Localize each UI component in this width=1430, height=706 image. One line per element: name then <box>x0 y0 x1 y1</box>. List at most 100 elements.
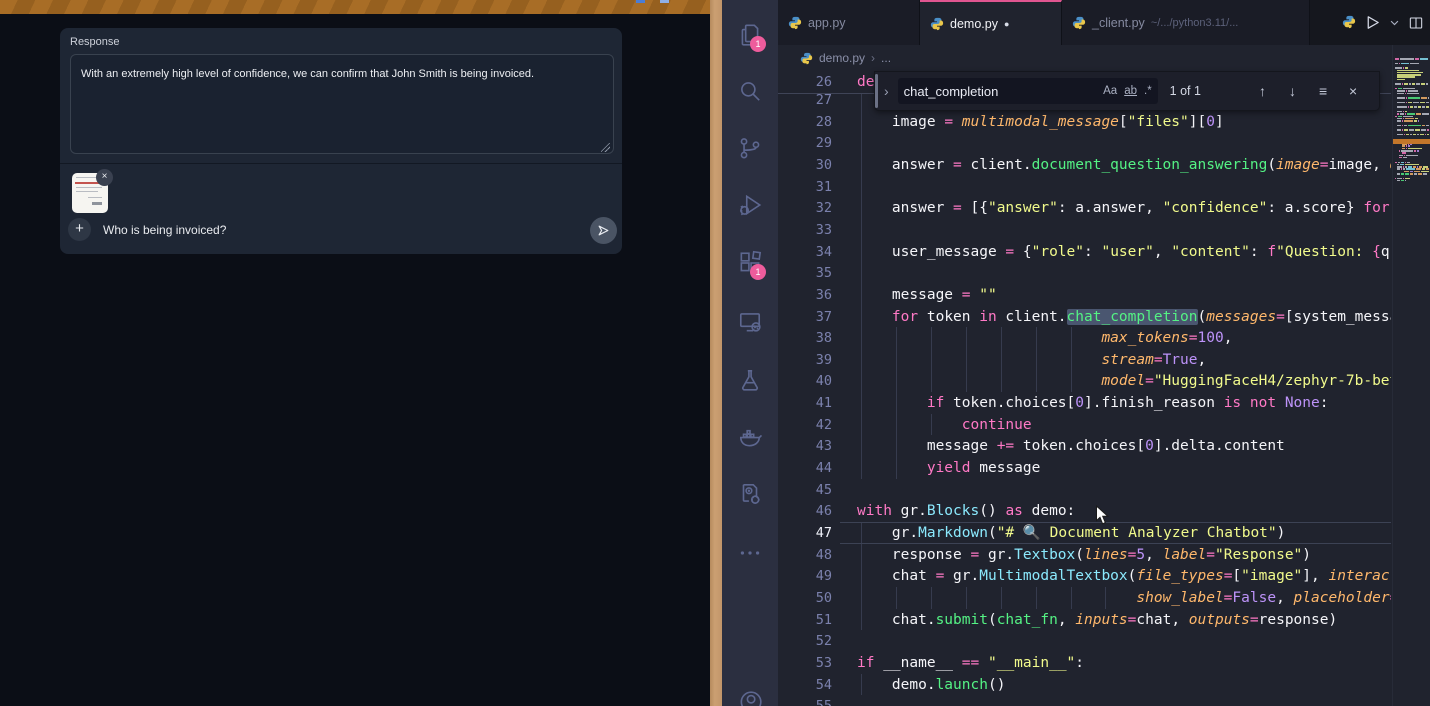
remote-explorer-icon[interactable] <box>737 309 763 335</box>
code-line[interactable]: 30 answer = client.document_question_ans… <box>778 154 1391 176</box>
minimap-line <box>1397 102 1405 104</box>
line-number: 44 <box>778 457 832 479</box>
code-line[interactable]: 50 show_label=False, placeholder="Upload… <box>778 587 1391 609</box>
code-line[interactable]: 40 model="HuggingFaceH4/zephyr-7b-beta")… <box>778 370 1391 392</box>
regex-icon[interactable]: .* <box>1144 85 1152 97</box>
code-token: "Response" <box>1215 547 1302 563</box>
find-input[interactable]: chat_completion Aa ab .* <box>898 78 1158 104</box>
minimap-line <box>1397 120 1401 122</box>
toggle-replace-chevron-icon[interactable]: › <box>884 83 889 99</box>
add-file-button[interactable]: + <box>68 218 91 241</box>
code-line[interactable]: 33 <box>778 219 1391 241</box>
minimap-line <box>1405 111 1407 113</box>
code-line[interactable]: 46with gr.Blocks() as demo: <box>778 500 1391 522</box>
find-in-selection-icon[interactable]: ≡ <box>1319 83 1327 99</box>
code-line[interactable]: 42 continue <box>778 414 1391 436</box>
code-line[interactable]: 52 <box>778 630 1391 652</box>
code-line[interactable]: 35 <box>778 262 1391 284</box>
code-line[interactable]: 51 chat.submit(chat_fn, inputs=chat, out… <box>778 609 1391 631</box>
code-line[interactable]: 53if __name__ == "__main__": <box>778 652 1391 674</box>
minimap-line <box>1402 152 1406 154</box>
overflow-tab-python-icon[interactable] <box>1342 15 1356 29</box>
code-line[interactable]: 34 user_message = {"role": "user", "cont… <box>778 241 1391 263</box>
run-python-file-icon[interactable] <box>1364 14 1381 31</box>
template-manager-icon[interactable] <box>737 481 763 507</box>
breadcrumb-file[interactable]: demo.py <box>819 51 865 65</box>
code-token: inputs <box>1075 612 1127 628</box>
docker-icon[interactable] <box>737 424 763 450</box>
response-textarea[interactable]: With an extremely high level of confiden… <box>70 54 614 154</box>
close-find-icon[interactable]: × <box>1349 83 1357 99</box>
tab-app-py[interactable]: app.py <box>778 0 920 45</box>
code-line[interactable]: 39 stream=True, <box>778 349 1391 371</box>
code-token: demo. <box>857 677 936 693</box>
code-token <box>857 309 892 325</box>
testing-flask-icon[interactable] <box>737 367 763 393</box>
minimap-line <box>1406 145 1407 147</box>
code-line[interactable]: 44 yield message <box>778 457 1391 479</box>
line-number: 48 <box>778 544 832 566</box>
source-control-icon[interactable] <box>737 135 763 161</box>
chevron-right-icon: › <box>871 51 875 65</box>
code-line[interactable]: 36 message = "" <box>778 284 1391 306</box>
gradio-app-window: Response With an extremely high level of… <box>0 0 710 706</box>
textarea-resize-handle[interactable] <box>601 143 610 152</box>
account-icon[interactable] <box>737 690 763 706</box>
unsaved-dot-icon[interactable]: ● <box>1004 19 1009 29</box>
run-debug-icon[interactable] <box>737 192 763 218</box>
more-views-icon[interactable] <box>737 540 763 566</box>
code-line[interactable]: 38 max_tokens=100, <box>778 327 1391 349</box>
code-token: ].finish_reason <box>1084 395 1224 411</box>
find-widget-sash[interactable] <box>875 74 878 108</box>
code-token <box>857 330 1101 346</box>
code-token: ( <box>1075 547 1084 563</box>
code-line[interactable]: 45 <box>778 479 1391 501</box>
tab-demo-py[interactable]: demo.py ● <box>920 0 1062 45</box>
next-match-icon[interactable]: ↓ <box>1289 83 1296 99</box>
search-icon[interactable] <box>737 78 763 104</box>
minimap[interactable] <box>1392 0 1430 706</box>
minimap-line <box>1397 70 1419 72</box>
line-number: 36 <box>778 284 832 306</box>
code-line[interactable]: 37 for token in client.chat_completion(m… <box>778 306 1391 328</box>
code-token: message <box>857 438 997 454</box>
code-token: = <box>1206 547 1215 563</box>
whole-word-icon[interactable]: ab <box>1124 85 1137 97</box>
remove-attachment-button[interactable]: × <box>96 169 113 186</box>
minimap-line <box>1402 83 1403 85</box>
code-line[interactable]: 29 <box>778 132 1391 154</box>
minimap-line <box>1397 125 1401 127</box>
close-icon: × <box>102 171 108 182</box>
previous-match-icon[interactable]: ↑ <box>1259 83 1266 99</box>
code-token: ) <box>1302 547 1311 563</box>
code-token: , <box>1154 244 1171 260</box>
minimap-line <box>1405 164 1419 166</box>
run-dropdown-chevron-icon[interactable] <box>1389 17 1400 28</box>
send-button[interactable] <box>590 217 617 244</box>
code-token: None <box>1285 395 1320 411</box>
code-line[interactable]: 28 image = multimodal_message["files"][0… <box>778 111 1391 133</box>
code-line[interactable]: 43 message += token.choices[0].delta.con… <box>778 435 1391 457</box>
breadcrumb[interactable]: demo.py › ... <box>778 45 1391 71</box>
split-editor-icon[interactable] <box>1408 15 1424 31</box>
minimap-line <box>1405 166 1407 168</box>
minimap-line <box>1416 113 1421 115</box>
minimap-line <box>1407 113 1415 115</box>
minimap-line <box>1399 157 1402 159</box>
tab-client-py[interactable]: _client.py ~/.../python3.11/... <box>1062 0 1310 45</box>
minimap-line <box>1397 76 1415 78</box>
code-token: "user" <box>1101 244 1153 260</box>
code-line[interactable]: 32 answer = [{"answer": a.answer, "confi… <box>778 197 1391 219</box>
code-line[interactable]: 54 demo.launch() <box>778 674 1391 696</box>
chat-question-input[interactable]: Who is being invoiced? <box>103 223 226 237</box>
python-icon <box>930 17 944 31</box>
breadcrumb-more[interactable]: ... <box>881 51 891 65</box>
minimap-line <box>1404 134 1405 136</box>
code-line[interactable]: 55 <box>778 695 1391 706</box>
code-line[interactable]: 48 response = gr.Textbox(lines=5, label=… <box>778 544 1391 566</box>
code-line[interactable]: 41 if token.choices[0].finish_reason is … <box>778 392 1391 414</box>
match-case-icon[interactable]: Aa <box>1103 85 1117 97</box>
code-line[interactable]: 31 <box>778 176 1391 198</box>
code-line[interactable]: 49 chat = gr.MultimodalTextbox(file_type… <box>778 565 1391 587</box>
find-query-text[interactable]: chat_completion <box>904 84 1096 99</box>
